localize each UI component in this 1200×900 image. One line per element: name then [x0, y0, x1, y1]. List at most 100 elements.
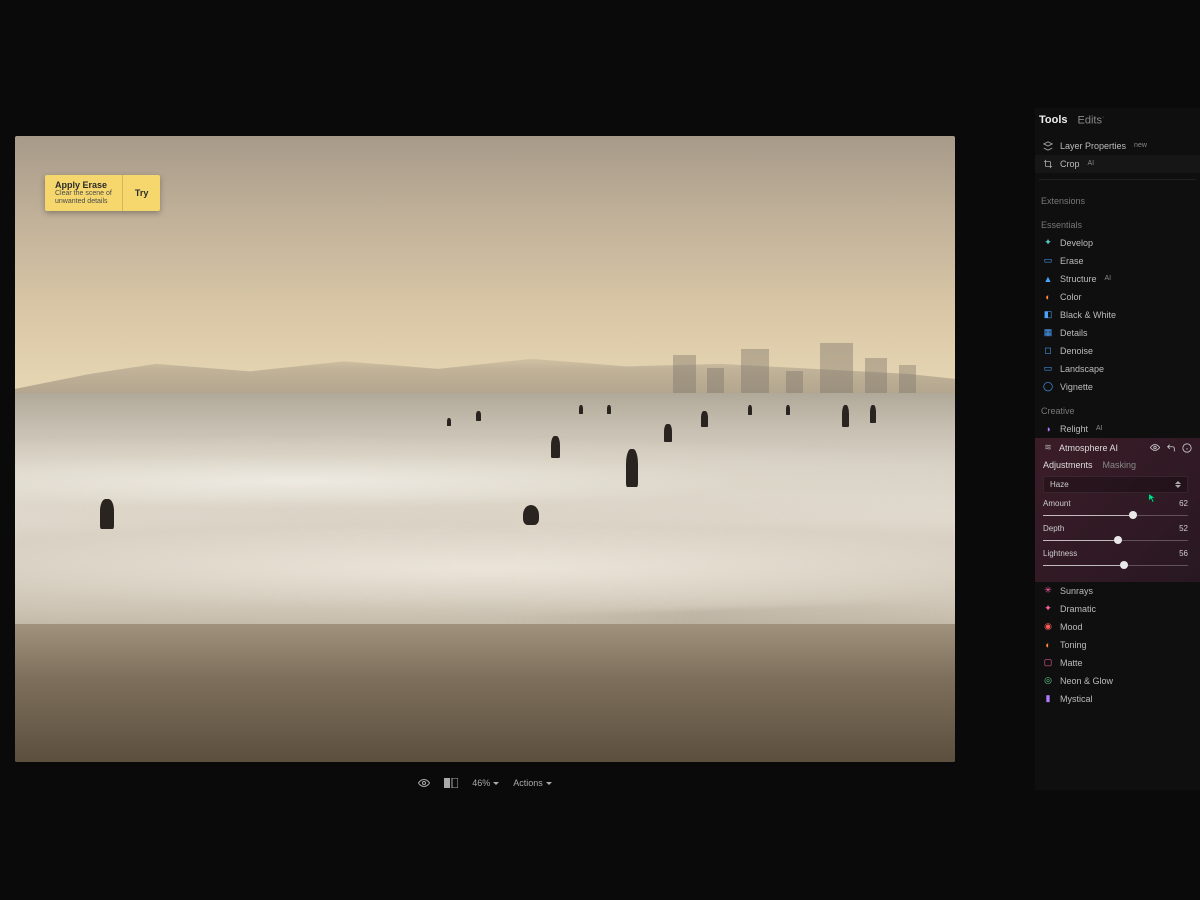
subtab-adjustments[interactable]: Adjustments: [1043, 460, 1093, 470]
slider-thumb[interactable]: [1114, 536, 1122, 544]
suggestion-description: Clear the scene of unwanted details: [55, 190, 112, 205]
slider-thumb[interactable]: [1129, 511, 1137, 519]
tool-landscape[interactable]: ▭ Landscape: [1035, 360, 1200, 378]
section-extensions: Extensions: [1035, 186, 1200, 210]
tool-dramatic[interactable]: ✦Dramatic: [1035, 600, 1200, 618]
tool-mystical[interactable]: ▮ Mystical: [1035, 690, 1200, 708]
badge-ai: AI: [1105, 275, 1112, 282]
vignette-icon: ◯: [1043, 382, 1053, 392]
atmosphere-subtabs: Adjustments Masking: [1035, 458, 1200, 476]
reset-button[interactable]: [1166, 443, 1176, 453]
bw-icon: ◧: [1043, 310, 1053, 320]
tool-mood[interactable]: ◉ Mood: [1035, 618, 1200, 636]
tool-neon[interactable]: ◎ Neon & Glow: [1035, 672, 1200, 690]
tool-label: Mystical: [1060, 694, 1093, 704]
mood-icon: ◉: [1043, 622, 1053, 632]
slider-track[interactable]: [1043, 510, 1188, 520]
atmosphere-icon: ≋: [1043, 443, 1053, 453]
tool-label: Matte: [1060, 658, 1083, 668]
structure-icon: ▲: [1043, 274, 1053, 284]
palette-icon: ◐: [1043, 292, 1053, 302]
canvas-bottom-bar: 46% Actions: [15, 772, 955, 794]
slider-thumb[interactable]: [1120, 561, 1128, 569]
tool-develop[interactable]: ✦Develop: [1035, 234, 1200, 252]
landscape-icon: ▭: [1043, 364, 1053, 374]
atmosphere-type-select[interactable]: Haze: [1043, 476, 1188, 493]
tool-label: Color: [1060, 292, 1082, 302]
slider-value: 52: [1179, 524, 1188, 533]
zoom-value: 46%: [472, 778, 490, 788]
suggestion-title: Apply Erase: [55, 180, 112, 190]
info-button[interactable]: [1182, 443, 1192, 453]
tool-label: Neon & Glow: [1060, 676, 1113, 686]
eye-icon: [1150, 442, 1160, 453]
section-essentials: Essentials: [1035, 210, 1200, 234]
dramatic-icon: ✦: [1043, 604, 1053, 614]
image-canvas[interactable]: [15, 136, 955, 762]
layers-icon: [1043, 141, 1053, 151]
tab-edits[interactable]: Edits·: [1078, 114, 1105, 127]
zoom-dropdown[interactable]: 46%: [472, 778, 499, 788]
tool-toning[interactable]: ◐ Toning: [1035, 636, 1200, 654]
chevron-down-icon: [546, 782, 552, 785]
matte-icon: ▢: [1043, 658, 1053, 668]
slider-track[interactable]: [1043, 535, 1188, 545]
tool-label: Denoise: [1060, 346, 1093, 356]
photo-preview: [15, 136, 955, 762]
compare-toggle[interactable]: [444, 778, 458, 788]
tools-panel: Tools Edits· Layer Propertiesnew CropAI …: [1035, 108, 1200, 790]
slider-track[interactable]: [1043, 560, 1188, 570]
tool-crop[interactable]: CropAI: [1035, 155, 1200, 173]
tool-label: Erase: [1060, 256, 1084, 266]
tool-label: Sunrays: [1060, 586, 1093, 596]
slider-label: Depth: [1043, 524, 1064, 533]
info-icon: [1182, 443, 1192, 453]
tool-structure[interactable]: ▲ Structure AI: [1035, 270, 1200, 288]
tool-denoise[interactable]: ◻ Denoise: [1035, 342, 1200, 360]
suggestion-try-button[interactable]: Try: [122, 175, 161, 211]
tool-label: Structure: [1060, 274, 1097, 284]
actions-dropdown[interactable]: Actions: [513, 778, 552, 788]
tool-color[interactable]: ◐ Color: [1035, 288, 1200, 306]
preview-toggle[interactable]: [1150, 443, 1160, 453]
sparkle-icon: ✦: [1043, 238, 1053, 248]
tool-label: Relight: [1060, 424, 1088, 434]
crop-icon: [1043, 159, 1053, 169]
tool-vignette[interactable]: ◯ Vignette: [1035, 378, 1200, 396]
grid-icon: ▦: [1043, 328, 1053, 338]
mystical-icon: ▮: [1043, 694, 1053, 704]
tool-sunrays[interactable]: ✳ Sunrays: [1035, 582, 1200, 600]
tool-label: Details: [1060, 328, 1088, 338]
eraser-icon: ▭: [1043, 256, 1053, 266]
tool-label: Atmosphere: [1059, 443, 1108, 453]
tool-label: Toning: [1060, 640, 1087, 650]
actions-label: Actions: [513, 778, 543, 788]
tool-label: Landscape: [1060, 364, 1104, 374]
tool-label: Black & White: [1060, 310, 1116, 320]
tool-matte[interactable]: ▢ Matte: [1035, 654, 1200, 672]
tool-atmosphere-expanded: ≋ Atmosphere AI Adjustments Masking Haze…: [1035, 438, 1200, 582]
sunrays-icon: ✳: [1043, 586, 1053, 596]
slider-depth: Depth 52: [1043, 524, 1188, 545]
tool-relight[interactable]: ◑RelightAI: [1035, 420, 1200, 438]
badge-ai: AI: [1088, 160, 1095, 167]
slider-label: Lightness: [1043, 549, 1077, 558]
select-value: Haze: [1050, 480, 1069, 489]
tool-erase[interactable]: ▭ Erase: [1035, 252, 1200, 270]
tab-tools[interactable]: Tools: [1039, 114, 1068, 127]
tool-details[interactable]: ▦ Details: [1035, 324, 1200, 342]
slider-label: Amount: [1043, 499, 1071, 508]
denoise-icon: ◻: [1043, 346, 1053, 356]
tool-bw[interactable]: ◧ Black & White: [1035, 306, 1200, 324]
tool-label: Mood: [1060, 622, 1083, 632]
section-creative: Creative: [1035, 396, 1200, 420]
slider-amount: Amount62: [1043, 499, 1188, 520]
tool-layer-properties[interactable]: Layer Propertiesnew: [1035, 137, 1200, 155]
badge-ai: AI: [1096, 425, 1103, 432]
tool-label: Vignette: [1060, 382, 1093, 392]
visibility-toggle[interactable]: [418, 777, 430, 789]
toning-icon: ◐: [1043, 640, 1053, 650]
subtab-masking[interactable]: Masking: [1103, 460, 1137, 470]
chevron-down-icon: [493, 782, 499, 785]
neon-icon: ◎: [1043, 676, 1053, 686]
